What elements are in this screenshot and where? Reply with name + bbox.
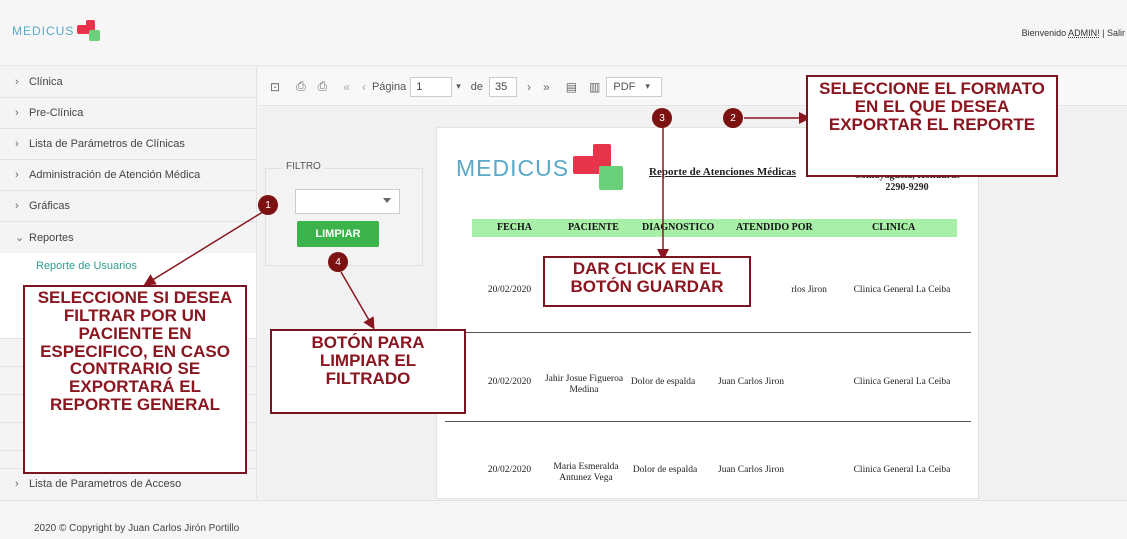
format-select[interactable]: PDF ▾ xyxy=(606,76,663,97)
sidebar-item-label: Pre-Clínica xyxy=(29,107,84,119)
header: MEDICUS Bienvenido ADMIN! | Salir xyxy=(0,0,1127,66)
sidebar-item-label: Clínica xyxy=(29,76,63,88)
patient-filter-select[interactable] xyxy=(295,189,400,214)
col-paciente: PACIENTE xyxy=(568,222,619,233)
sidebar-item-label: Lista de Parametros de Acceso xyxy=(29,478,182,490)
callout-clear-button: BOTÓN PARA LIMPIAR EL FILTRADO xyxy=(270,329,466,414)
of-label: de xyxy=(470,80,484,93)
cell-clinica: Clinica General La Ceiba xyxy=(853,465,951,475)
report-table-header: FECHA PACIENTE DIAGNOSTICO ATENDIDO POR … xyxy=(472,219,957,237)
sidebar-item-graficas[interactable]: › Gráficas xyxy=(0,191,256,222)
cell-paciente: Jahir Josue Figueroa Medina xyxy=(544,374,624,395)
chevron-down-icon: ▾ xyxy=(645,81,650,91)
medicus-cross-icon xyxy=(77,20,103,42)
report-logo-text: MEDICUS xyxy=(456,154,570,181)
sidebar-item-parametros-clinicas[interactable]: › Lista de Parámetros de Clínicas xyxy=(0,129,256,160)
step-badge-2: 2 xyxy=(723,108,743,128)
chevron-right-icon: › xyxy=(15,76,19,88)
sidebar-item-label: Gráficas xyxy=(29,200,70,212)
cell-fecha: 20/02/2020 xyxy=(487,377,532,387)
step-badge-3: 3 xyxy=(652,108,672,128)
logo-text: MEDICUS xyxy=(12,24,75,38)
filter-legend: FILTRO xyxy=(283,161,324,172)
row-divider xyxy=(445,332,971,333)
user-link[interactable]: ADMIN! xyxy=(1068,28,1100,38)
prev-page-icon[interactable]: ‹ xyxy=(362,80,366,94)
print-setup-icon[interactable]: ⎙ xyxy=(318,79,328,94)
chevron-right-icon: › xyxy=(15,138,19,150)
cell-fecha: 20/02/2020 xyxy=(487,285,532,295)
page: MEDICUS Bienvenido ADMIN! | Salir › Clíni… xyxy=(0,0,1127,539)
col-fecha: FECHA xyxy=(497,222,532,233)
chevron-right-icon: › xyxy=(15,107,19,119)
cell-diagnostico: Dolor de espalda xyxy=(632,465,698,475)
chevron-right-icon: › xyxy=(15,478,19,490)
welcome-prefix: Bienvenido xyxy=(1021,28,1069,38)
preview-icon[interactable]: ⊡ xyxy=(270,80,280,94)
row-divider xyxy=(445,421,971,422)
sidebar-subitem-reporte-usuarios[interactable]: Reporte de Usuarios xyxy=(0,253,256,279)
step-badge-4: 4 xyxy=(328,252,348,272)
total-pages: 35 xyxy=(495,80,508,93)
phone-line: 2290-9290 xyxy=(885,182,929,193)
col-clinica: CLINICA xyxy=(872,222,916,233)
table-row: 20/02/2020 Maria Esmeralda Antunez Vega … xyxy=(472,462,962,486)
save-icon[interactable]: ▤ xyxy=(566,80,577,94)
chevron-right-icon: › xyxy=(15,169,19,181)
col-diagnostico: DIAGNOSTICO xyxy=(642,222,715,233)
chevron-down-icon xyxy=(383,198,391,203)
format-value: PDF xyxy=(613,80,636,93)
footer: 2020 © Copyright by Juan Carlos Jirón Po… xyxy=(0,500,1127,539)
cell-atendido: Juan Carlos Jiron xyxy=(718,377,784,387)
sidebar-item-atencion-medica[interactable]: › Administración de Atención Médica xyxy=(0,160,256,191)
cell-clinica: Clinica General La Ceiba xyxy=(853,377,951,387)
clear-filter-button[interactable]: LIMPIAR xyxy=(297,221,379,247)
callout-save-button: DAR CLICK EN EL BOTÓN GUARDAR xyxy=(543,256,751,307)
copyright-text: 2020 © Copyright by Juan Carlos Jirón Po… xyxy=(34,523,240,534)
step-badge-1: 1 xyxy=(258,195,278,215)
sidebar-item-label: Lista de Parámetros de Clínicas xyxy=(29,138,185,150)
sidebar-item-label: Reportes xyxy=(29,231,74,244)
print-icon[interactable]: ⎙ xyxy=(296,79,306,94)
report-document: MEDICUS Reporte de Atenciones Médicas Co… xyxy=(436,127,979,499)
report-logo: MEDICUS xyxy=(456,144,627,192)
sidebar-item-clinica[interactable]: › Clínica xyxy=(0,67,256,98)
save-as-icon[interactable]: ▥ xyxy=(589,80,600,94)
page-value: 1 xyxy=(416,80,423,93)
sidebar-item-reportes[interactable]: ⌄ Reportes xyxy=(0,222,256,253)
logout-link[interactable]: | Salir xyxy=(1100,28,1125,38)
page-input[interactable]: 1 xyxy=(410,76,453,97)
total-pages-field: 35 xyxy=(489,76,518,97)
logo[interactable]: MEDICUS xyxy=(12,20,103,42)
page-label: Página xyxy=(371,80,407,93)
report-title: Reporte de Atenciones Médicas xyxy=(649,166,796,178)
next-page-icon[interactable]: › xyxy=(527,80,531,94)
col-atendido: ATENDIDO POR xyxy=(736,222,813,233)
cell-paciente: Maria Esmeralda Antunez Vega xyxy=(553,462,619,483)
cell-atendido: Juan Carlos Jiron xyxy=(718,465,784,475)
sidebar-item-pre-clinica[interactable]: › Pre-Clínica xyxy=(0,98,256,129)
table-row: 20/02/2020 Jahir Josue Figueroa Medina D… xyxy=(472,374,962,398)
sidebar-item-label: Administración de Atención Médica xyxy=(29,169,201,181)
last-page-icon[interactable]: » xyxy=(543,80,550,94)
cell-atendido: rlos Jiron xyxy=(791,285,827,295)
cell-fecha: 20/02/2020 xyxy=(487,465,532,475)
chevron-right-icon: › xyxy=(15,200,19,212)
cell-clinica: Clinica General La Ceiba xyxy=(853,285,951,295)
callout-filter-instructions: SELECCIONE SI DESEA FILTRAR POR UN PACIE… xyxy=(23,285,247,474)
page-dropdown-chevron-icon[interactable]: ▾ xyxy=(456,81,461,92)
callout-export-format: SELECCIONE EL FORMATO EN EL QUE DESEA EX… xyxy=(806,75,1058,177)
welcome-text: Bienvenido ADMIN! | Salir xyxy=(1022,28,1125,38)
filter-panel xyxy=(265,168,423,266)
first-page-icon[interactable]: « xyxy=(343,80,350,94)
chevron-down-icon: ⌄ xyxy=(15,232,25,244)
cell-diagnostico: Dolor de espalda xyxy=(630,377,696,387)
medicus-cross-icon xyxy=(573,144,627,192)
